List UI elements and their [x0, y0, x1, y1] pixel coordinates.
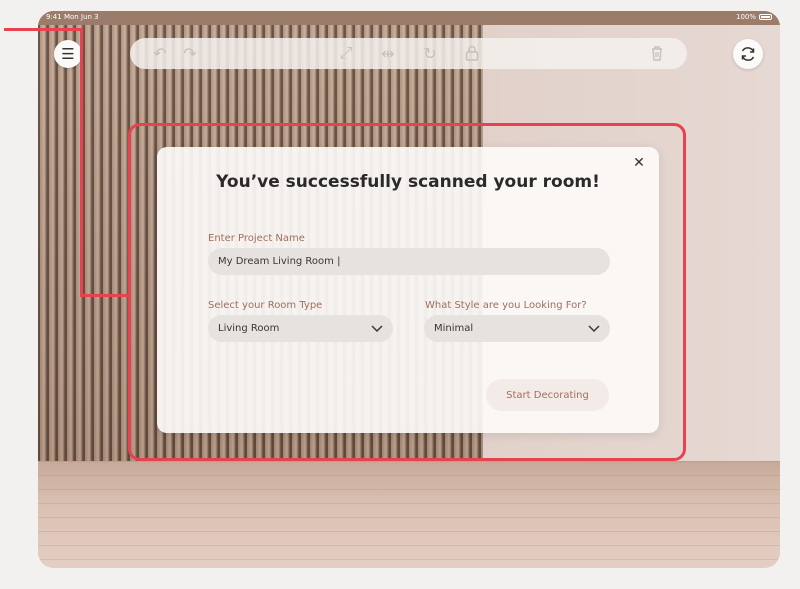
rotate-icon: ↻: [423, 43, 437, 63]
rotate-button[interactable]: ↻: [418, 41, 442, 65]
menu-icon: ☰: [61, 45, 75, 63]
sync-button[interactable]: [733, 39, 763, 69]
sync-icon: [741, 47, 755, 61]
scan-success-modal: ✕ You’ve successfully scanned your room!…: [157, 147, 659, 433]
redo-icon: ↷: [183, 43, 197, 63]
callout-connector-vertical: [80, 28, 83, 297]
close-icon: ✕: [633, 155, 645, 171]
close-button[interactable]: ✕: [631, 155, 647, 171]
lock-icon: [465, 45, 479, 61]
status-time: 9:41 Mon Jun 3: [46, 13, 99, 21]
start-decorating-button[interactable]: Start Decorating: [486, 379, 609, 411]
room-floor: [38, 461, 780, 568]
mirror-button[interactable]: ⇹: [376, 41, 400, 65]
callout-connector-top: [4, 28, 82, 31]
style-value: Minimal: [434, 323, 474, 334]
room-type-select[interactable]: Living Room: [208, 315, 393, 342]
callout-connector-bottom: [80, 294, 130, 297]
project-name-value: My Dream Living Room |: [218, 256, 341, 267]
lock-button[interactable]: [460, 41, 484, 65]
mirror-icon: ⇹: [381, 43, 395, 63]
room-type-label: Select your Room Type: [208, 300, 323, 311]
expand-button[interactable]: ⤢: [334, 41, 358, 65]
redo-button[interactable]: ↷: [178, 41, 202, 65]
status-battery-text: 100%: [735, 13, 756, 21]
battery-icon: [759, 14, 772, 20]
menu-button[interactable]: ☰: [54, 40, 82, 68]
status-bar: 9:41 Mon Jun 3 100%: [38, 11, 780, 25]
room-type-value: Living Room: [218, 323, 280, 334]
delete-button[interactable]: [645, 41, 669, 65]
project-name-input[interactable]: My Dream Living Room |: [208, 248, 610, 275]
undo-button[interactable]: ↶: [148, 41, 172, 65]
style-label: What Style are you Looking For?: [425, 300, 587, 311]
chevron-down-icon: [588, 325, 600, 333]
undo-icon: ↶: [153, 43, 167, 63]
trash-icon: [652, 46, 662, 61]
modal-title: You’ve successfully scanned your room!: [216, 172, 600, 192]
expand-icon: ⤢: [339, 43, 353, 62]
edit-toolbar: ↶ ↷ ⤢ ⇹ ↻: [130, 38, 687, 69]
project-name-label: Enter Project Name: [208, 233, 305, 244]
style-select[interactable]: Minimal: [424, 315, 610, 342]
chevron-down-icon: [371, 325, 383, 333]
